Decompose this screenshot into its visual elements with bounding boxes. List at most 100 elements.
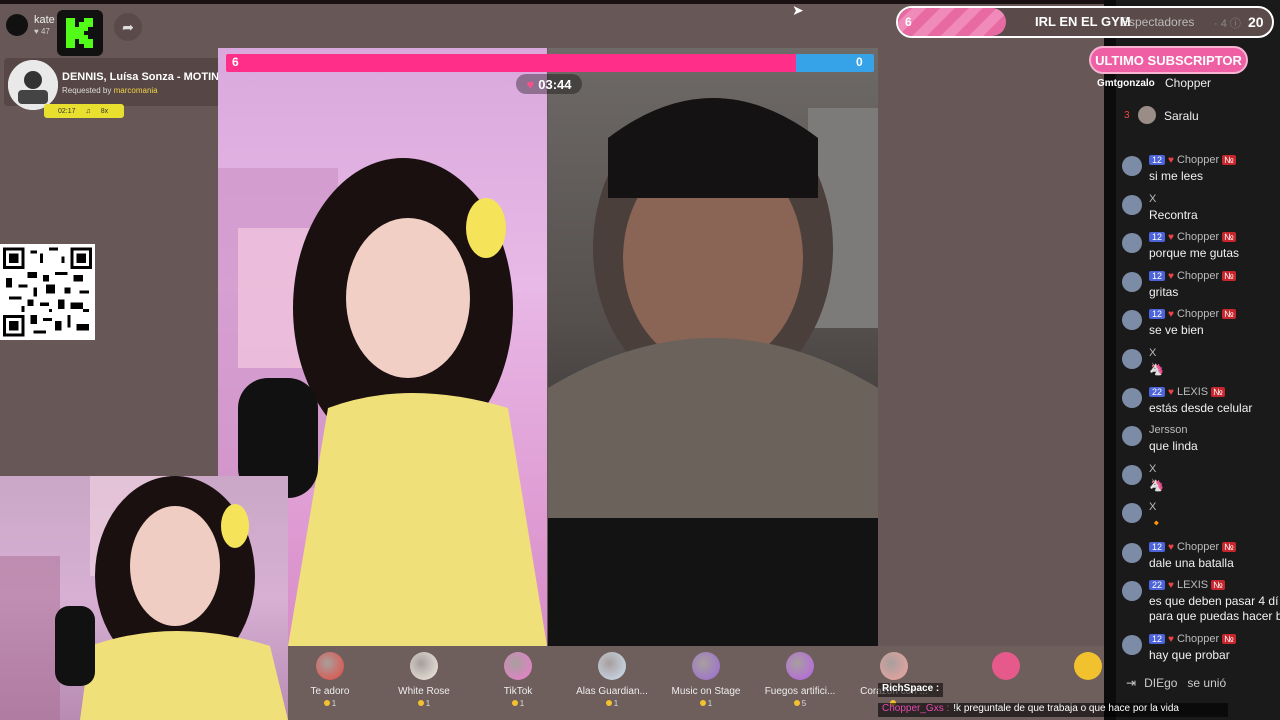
goal-bar-fill: [898, 8, 1006, 36]
gift-icon: [316, 652, 344, 680]
battle-video-right: [548, 48, 878, 646]
chat-header: X: [1149, 347, 1156, 359]
leaderboard-name: Saralu: [1164, 109, 1199, 123]
chat-text: 🦄: [1149, 362, 1164, 376]
chat-header: 12 ♥ Chopper №: [1149, 270, 1236, 282]
coin-icon: [511, 700, 518, 706]
chat-username[interactable]: LEXIS: [1177, 579, 1208, 591]
heart-icon: ♥: [526, 76, 535, 92]
likes-count: 47: [40, 27, 50, 36]
streamer-name[interactable]: kate: [34, 14, 55, 26]
ticker-message: !k preguntale de que trabaja o que hace …: [953, 703, 1179, 714]
rank-tag-icon: №: [1211, 580, 1225, 590]
coin-icon: [417, 700, 424, 706]
chat-username[interactable]: Chopper: [1177, 154, 1219, 166]
chat-username[interactable]: X: [1149, 347, 1156, 359]
chat-username[interactable]: X: [1149, 501, 1156, 513]
chat-username[interactable]: Chopper: [1177, 231, 1219, 243]
chat-header: 22 ♥ LEXIS №: [1149, 386, 1225, 398]
gift-cost: 1: [664, 699, 748, 708]
gift-item[interactable]: TikTok 1: [476, 652, 560, 708]
rank-tag-icon: №: [1211, 387, 1225, 397]
chat-text: gritas: [1149, 285, 1179, 299]
gift-item[interactable]: Te adoro 1: [288, 652, 372, 708]
gift-item[interactable]: White Rose 1: [382, 652, 466, 708]
rank-tag-icon: №: [1222, 634, 1236, 644]
chat-avatar[interactable]: [1122, 465, 1142, 485]
gift-icon: [692, 652, 720, 680]
qr-code: [0, 244, 95, 340]
gift-cost: 1: [382, 699, 466, 708]
chat-message: X 🦄: [1122, 347, 1280, 381]
join-icon: ⇥: [1126, 676, 1137, 690]
top-edge: [0, 0, 1280, 4]
chat-text: Recontra: [1149, 208, 1198, 222]
gift-item[interactable]: Music on Stage 1: [664, 652, 748, 708]
chat-avatar[interactable]: [1122, 426, 1142, 446]
heart-icon: ♥: [1168, 308, 1174, 320]
song-queue: 8x: [100, 107, 109, 115]
chat-message: X 🔸: [1122, 501, 1280, 535]
gift-label: Music on Stage: [671, 686, 741, 697]
chat-scrollbar[interactable]: [1104, 0, 1116, 720]
chat-message: 22 ♥ LEXIS № es que deben pasar 4 dí para que…: [1122, 579, 1280, 627]
chat-avatar[interactable]: [1122, 310, 1142, 330]
chat-text: es que deben pasar 4 dí: [1149, 594, 1279, 608]
chat-avatar[interactable]: [1122, 233, 1142, 253]
gift-label: Fuegos artifici...: [764, 686, 836, 697]
chat-message: 12 ♥ Chopper № si me lees: [1122, 154, 1280, 188]
chat-avatar[interactable]: [1122, 503, 1142, 523]
chat-username[interactable]: Chopper: [1177, 541, 1219, 553]
chat-avatar[interactable]: [1122, 195, 1142, 215]
heart-icon: ♥: [1168, 270, 1174, 282]
chat-text: 🦄: [1149, 478, 1164, 492]
streamer-avatar[interactable]: [6, 14, 28, 36]
chat-ticker: Chopper_Gxs : !k preguntale de que trabaj…: [878, 703, 1228, 717]
chat-text: 🔸: [1149, 516, 1164, 530]
gift-item[interactable]: Alas Guardian... 1: [570, 652, 654, 708]
chat-avatar[interactable]: [1122, 156, 1142, 176]
chat-avatar[interactable]: [1122, 581, 1142, 601]
gift-cost-value: 1: [425, 699, 431, 708]
chat-header: 12 ♥ Chopper №: [1149, 154, 1236, 166]
chat-username[interactable]: Chopper: [1177, 308, 1219, 320]
chat-header: 12 ♥ Chopper №: [1149, 541, 1236, 553]
chat-username[interactable]: Chopper: [1177, 270, 1219, 282]
gift-cost-value: 1: [519, 699, 525, 708]
join-user: DIEgo: [1144, 676, 1178, 690]
chat-username[interactable]: X: [1149, 193, 1156, 205]
chat-username[interactable]: LEXIS: [1177, 386, 1208, 398]
chat-header: X: [1149, 193, 1156, 205]
gift-box-icon[interactable]: [964, 652, 1048, 680]
gift-box-icon-shape: [992, 652, 1020, 680]
share-icon[interactable]: ➦: [114, 13, 142, 41]
chat-avatar[interactable]: [1122, 388, 1142, 408]
chat-text: hay que probar: [1149, 648, 1230, 662]
chat-avatar[interactable]: [1122, 635, 1142, 655]
rank-tag-icon: №: [1222, 542, 1236, 552]
coin-icon: [323, 700, 330, 706]
battle-timer: ♥ 03:44: [516, 74, 582, 94]
chat-avatar[interactable]: [1122, 349, 1142, 369]
heart-icon: ♥: [1168, 231, 1174, 243]
song-avatar: [8, 60, 58, 110]
chat-username[interactable]: X: [1149, 463, 1156, 475]
gift-item[interactable]: Fuegos artifici... 5: [758, 652, 842, 708]
gift-item[interactable]: Corazón con ...: [852, 652, 936, 708]
chat-username[interactable]: Jersson: [1149, 424, 1188, 436]
chat-username[interactable]: Chopper: [1177, 633, 1219, 645]
coin-icon: [605, 700, 612, 706]
chat-header: X: [1149, 463, 1156, 475]
streamer-likes: ♥ 47: [34, 27, 50, 36]
kick-logo-icon[interactable]: [57, 10, 103, 56]
viewers-count: · 4 ⓘ: [1214, 18, 1241, 30]
chat-avatar[interactable]: [1122, 272, 1142, 292]
chat-message: 12 ♥ Chopper № porque me gutas: [1122, 231, 1280, 265]
leaderboard-rank: 3: [1124, 110, 1130, 121]
gift-cost: 5: [758, 699, 842, 708]
battle-score-right: 0: [856, 55, 863, 69]
chat-avatar[interactable]: [1122, 543, 1142, 563]
gift-cost-value: 1: [613, 699, 619, 708]
gift-icon: [786, 652, 814, 680]
heart-icon: ♥: [1168, 541, 1174, 553]
